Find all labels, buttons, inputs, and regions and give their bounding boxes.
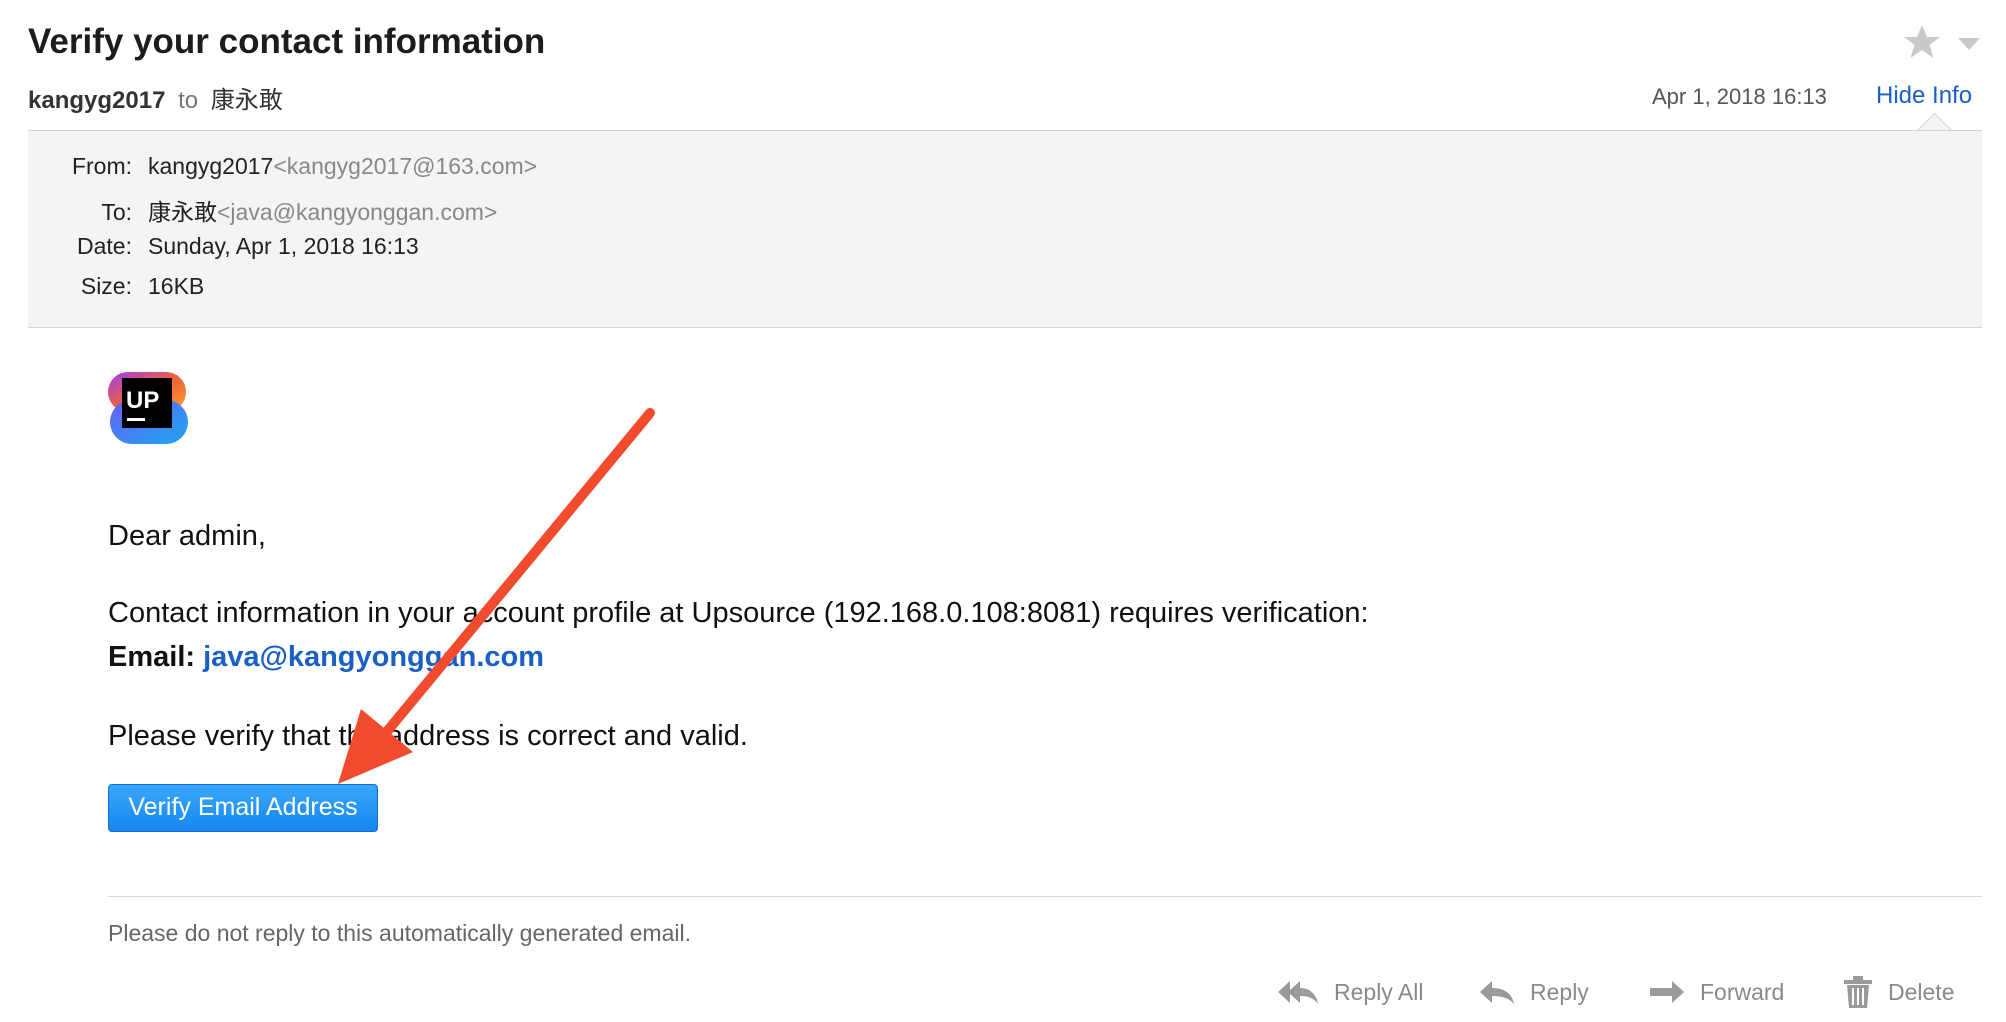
star-icon[interactable] (1902, 22, 1942, 62)
sender-line: kangyg2017 to 康永敢 (28, 80, 283, 115)
header-details: From: kangyg2017<kangyg2017@163.com> To: 康… (28, 130, 1982, 328)
reply-icon (1480, 981, 1514, 1004)
greeting: Dear admin, (108, 520, 266, 552)
to-name[interactable]: 康永敢 (148, 199, 217, 225)
email-subject: Verify your contact information (28, 22, 546, 61)
recipient-name[interactable]: 康永敢 (211, 87, 283, 114)
divider (108, 896, 1982, 897)
chevron-down-icon[interactable] (1956, 36, 1982, 52)
trash-icon (1844, 976, 1872, 1008)
reply-all-icon (1278, 981, 1318, 1004)
size-value: 16KB (148, 273, 205, 299)
from-address[interactable]: <kangyg2017@163.com> (273, 153, 537, 179)
to-row: To: 康永敢<java@kangyonggan.com> (28, 193, 497, 227)
upsource-logo: UP (108, 372, 188, 444)
forward-icon (1650, 981, 1684, 1003)
footer-note: Please do not reply to this automaticall… (108, 920, 691, 946)
reply-all-label: Reply All (1334, 978, 1424, 1005)
verify-email-button[interactable]: Verify Email Address (108, 784, 378, 832)
reply-button[interactable]: Reply (1478, 974, 1589, 1010)
date-value: Sunday, Apr 1, 2018 16:13 (148, 233, 419, 259)
forward-label: Forward (1700, 978, 1785, 1005)
email-line: Email: java@kangyonggan.com (108, 641, 544, 674)
delete-button[interactable]: Delete (1842, 974, 1954, 1010)
reply-label: Reply (1530, 978, 1589, 1005)
to-label: To: (101, 199, 132, 225)
hide-info-link[interactable]: Hide Info (1876, 82, 1972, 110)
from-name[interactable]: kangyg2017 (148, 153, 273, 179)
size-label: Size: (80, 273, 132, 299)
logo-text: UP (126, 387, 159, 414)
email-label: Email: (108, 641, 196, 673)
reply-all-button[interactable]: Reply All (1276, 974, 1423, 1010)
to-word: to (178, 87, 199, 114)
size-row: Size: 16KB (28, 273, 204, 300)
to-address[interactable]: <java@kangyonggan.com> (217, 199, 497, 225)
from-label: From: (71, 153, 132, 179)
email-link[interactable]: java@kangyonggan.com (203, 641, 544, 673)
email-date: Apr 1, 2018 16:13 (1652, 84, 1827, 109)
forward-button[interactable]: Forward (1648, 974, 1784, 1010)
date-row: Date: Sunday, Apr 1, 2018 16:13 (28, 233, 419, 260)
date-label: Date: (77, 233, 132, 259)
sender-name[interactable]: kangyg2017 (28, 87, 165, 114)
verification-message: Contact information in your account prof… (108, 597, 1369, 629)
from-row: From: kangyg2017<kangyg2017@163.com> (28, 153, 537, 180)
delete-label: Delete (1888, 978, 1955, 1005)
verify-instruction: Please verify that the address is correc… (108, 720, 748, 752)
